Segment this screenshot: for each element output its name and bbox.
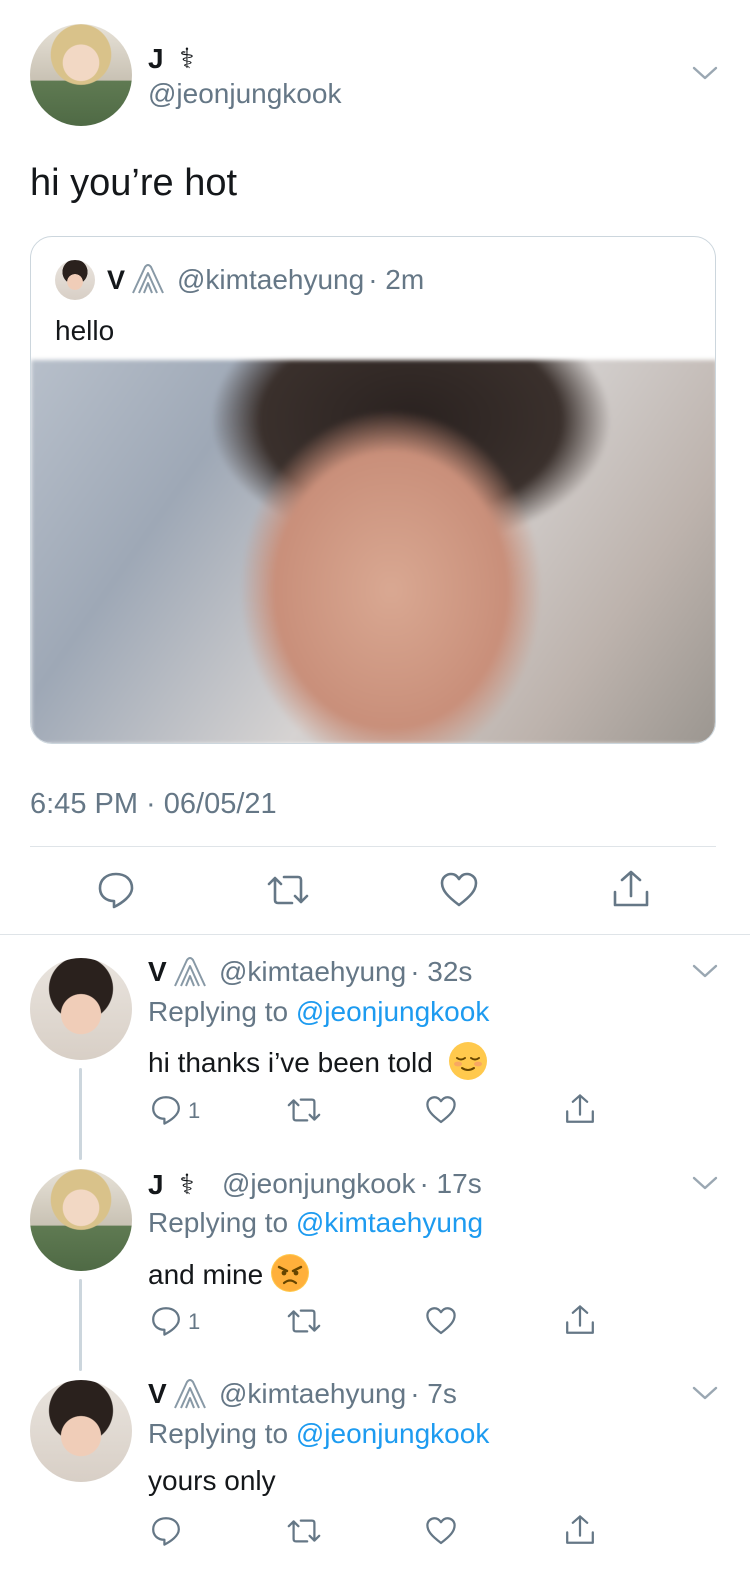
avatar-kimtaehyung[interactable] xyxy=(30,958,132,1060)
replying-to-link[interactable]: @jeonjungkook xyxy=(296,996,489,1027)
paperclip-badge-icon xyxy=(170,1376,210,1412)
share-icon[interactable] xyxy=(611,868,651,910)
reply-handle-time: @kimtaehyung · 7s xyxy=(219,1378,457,1409)
paperclip-badge-icon xyxy=(170,954,210,990)
staff-of-hermes-icon: ⚕ xyxy=(179,1168,195,1201)
paperclip-badge-icon xyxy=(129,261,167,297)
reply-icon[interactable] xyxy=(150,1305,182,1337)
avatar-jeonjungkook[interactable] xyxy=(30,1169,132,1271)
reply-name: J ⚕ xyxy=(148,1168,195,1201)
reply-name: V xyxy=(148,1378,167,1409)
divider xyxy=(30,846,716,847)
reply-count: 1 xyxy=(188,1309,201,1334)
reply-icon[interactable] xyxy=(96,870,136,910)
chevron-down-icon[interactable] xyxy=(690,1172,720,1194)
main-tweet-handle: @jeonjungkook xyxy=(148,78,342,109)
replying-to: Replying to @jeonjungkook xyxy=(148,1418,490,1449)
main-tweet-text: hi you’re hot xyxy=(30,162,238,204)
chevron-down-icon[interactable] xyxy=(690,62,720,84)
reply-icon[interactable] xyxy=(150,1515,182,1547)
quoted-tweet-card[interactable]: V @kimtaehyung · 2m hello xyxy=(30,236,716,744)
main-tweet-name: J ⚕ xyxy=(148,42,195,75)
avatar-kimtaehyung[interactable] xyxy=(30,1380,132,1482)
share-icon[interactable] xyxy=(564,1092,596,1126)
replying-to-link[interactable]: @kimtaehyung xyxy=(296,1207,483,1238)
share-icon[interactable] xyxy=(564,1303,596,1337)
quoted-tweet-avatar xyxy=(55,260,95,300)
reply-text: yours only xyxy=(148,1465,276,1496)
like-icon[interactable] xyxy=(425,1094,457,1126)
reply-handle-time: @jeonjungkook · 17s xyxy=(222,1168,482,1199)
thread-connector xyxy=(79,1068,82,1160)
reply-handle-time: @kimtaehyung · 32s xyxy=(219,956,473,987)
relieved-face-emoji-icon xyxy=(448,1042,487,1080)
retweet-icon[interactable] xyxy=(266,870,310,910)
chevron-down-icon[interactable] xyxy=(690,1382,720,1404)
retweet-icon[interactable] xyxy=(286,1515,322,1547)
quoted-tweet-text: hello xyxy=(55,315,115,346)
share-icon[interactable] xyxy=(564,1513,596,1547)
chevron-down-icon[interactable] xyxy=(690,960,720,982)
avatar-jeonjungkook[interactable] xyxy=(30,24,132,126)
like-icon[interactable] xyxy=(425,1305,457,1337)
like-icon[interactable] xyxy=(425,1515,457,1547)
reply-name: V xyxy=(148,956,167,987)
like-icon[interactable] xyxy=(439,870,479,910)
quoted-tweet-handle: @kimtaehyung · 2m xyxy=(177,264,425,295)
reply-count: 1 xyxy=(188,1098,201,1123)
quoted-tweet-photo[interactable] xyxy=(31,360,715,743)
staff-of-hermes-icon: ⚕ xyxy=(179,42,195,75)
replying-to-link[interactable]: @jeonjungkook xyxy=(296,1418,489,1449)
retweet-icon[interactable] xyxy=(286,1305,322,1337)
retweet-icon[interactable] xyxy=(286,1094,322,1126)
quoted-tweet-name: V xyxy=(107,265,126,295)
angry-face-emoji-icon xyxy=(270,1254,309,1292)
divider xyxy=(0,934,750,935)
main-tweet-timestamp: 6:45 PM · 06/05/21 xyxy=(30,788,277,820)
thread-connector xyxy=(79,1279,82,1371)
reply-text: and mine xyxy=(148,1254,309,1292)
reply-icon[interactable] xyxy=(150,1094,182,1126)
reply-text: hi thanks i’ve been told xyxy=(148,1042,487,1080)
replying-to: Replying to @jeonjungkook xyxy=(148,996,490,1027)
replying-to: Replying to @kimtaehyung xyxy=(148,1207,484,1238)
